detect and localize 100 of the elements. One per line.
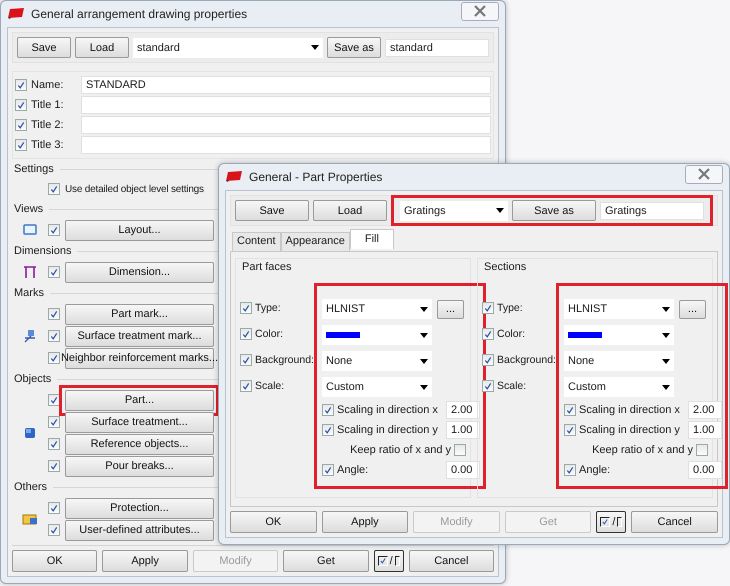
preset-dropdown[interactable]: standard	[133, 38, 323, 58]
text-field[interactable]: STANDARD	[81, 76, 491, 94]
number-field[interactable]: 1.00	[446, 421, 480, 439]
field-label: Background:	[497, 354, 556, 366]
checkbox[interactable]	[322, 424, 334, 436]
checkbox[interactable]	[564, 464, 576, 476]
number-field[interactable]: 0.00	[446, 461, 480, 479]
checkbox[interactable]	[564, 404, 576, 416]
dialog-button[interactable]: Get	[283, 550, 369, 572]
option-label: Use detailed object level settings	[65, 184, 204, 194]
checkbox[interactable]	[240, 302, 252, 314]
toggle-all-button[interactable]: /	[596, 511, 626, 533]
tab[interactable]: Appearance	[280, 232, 350, 251]
checkbox[interactable]	[482, 328, 494, 340]
dialog-button[interactable]: Cancel	[408, 550, 494, 572]
section-title: Dimensions	[14, 245, 72, 257]
number-field[interactable]: 2.00	[688, 401, 722, 419]
dialog-button[interactable]: Cancel	[631, 511, 718, 533]
checkbox[interactable]	[48, 330, 60, 342]
checkbox[interactable]	[48, 394, 60, 406]
app-icon	[225, 171, 243, 183]
dialog-button[interactable]: Apply	[102, 550, 188, 572]
browse-button[interactable]: ...	[437, 300, 464, 318]
properties-button[interactable]: Dimension...	[65, 262, 214, 282]
toggle-all-button[interactable]: /	[374, 550, 404, 572]
checkbox[interactable]	[48, 416, 60, 428]
properties-button[interactable]: User-defined attributes...	[65, 520, 214, 540]
field-label: Type:	[255, 302, 281, 314]
tab[interactable]: Fill	[350, 229, 394, 249]
dialog-button[interactable]: OK	[230, 511, 317, 533]
checkbox[interactable]	[454, 444, 466, 456]
checkbox[interactable]	[48, 352, 60, 364]
properties-button[interactable]: Protection...	[65, 498, 214, 518]
checkbox[interactable]	[48, 308, 60, 320]
group-title: Part faces	[241, 261, 293, 275]
number-field[interactable]: 1.00	[688, 421, 722, 439]
checkbox[interactable]	[240, 380, 252, 392]
save-as-button[interactable]: Save as	[327, 37, 381, 58]
properties-button[interactable]: Part mark...	[65, 304, 214, 324]
checkbox[interactable]	[240, 328, 252, 340]
field-label: Title 3:	[31, 139, 65, 151]
dimension-icon	[23, 265, 37, 279]
dialog-button[interactable]: Apply	[322, 511, 408, 533]
properties-button[interactable]: Surface treatment...	[65, 412, 214, 432]
dropdown[interactable]: None	[564, 351, 674, 371]
properties-button[interactable]: Pour breaks...	[65, 456, 214, 476]
checkbox[interactable]	[48, 183, 60, 195]
checkbox[interactable]	[15, 119, 27, 131]
checkbox[interactable]	[48, 502, 60, 514]
text-field[interactable]	[81, 96, 491, 114]
close-button[interactable]	[685, 164, 723, 184]
checkbox[interactable]	[322, 464, 334, 476]
checkbox[interactable]	[240, 354, 252, 366]
dropdown[interactable]: Custom	[322, 377, 432, 397]
checked-box-icon	[378, 556, 388, 566]
checkbox[interactable]	[15, 139, 27, 151]
checkbox[interactable]	[322, 404, 334, 416]
checkbox[interactable]	[48, 524, 60, 536]
load-button[interactable]: Load	[313, 200, 387, 221]
checkbox[interactable]	[564, 424, 576, 436]
preset-dropdown[interactable]: Gratings	[400, 200, 508, 220]
color-dropdown[interactable]	[564, 325, 674, 345]
dropdown-arrow-icon	[496, 208, 504, 213]
dropdown[interactable]: None	[322, 351, 432, 371]
dialog-button[interactable]: OK	[12, 550, 98, 572]
checkbox[interactable]	[48, 224, 60, 236]
field-label: Color:	[255, 328, 284, 340]
field-label: Background:	[255, 354, 314, 366]
checkbox[interactable]	[15, 79, 27, 91]
checkbox[interactable]	[15, 99, 27, 111]
field-label: Color:	[497, 328, 526, 340]
load-button[interactable]: Load	[75, 37, 129, 58]
checkbox[interactable]	[482, 302, 494, 314]
number-field[interactable]: 2.00	[446, 401, 480, 419]
color-dropdown[interactable]	[322, 325, 432, 345]
save-button[interactable]: Save	[235, 200, 309, 221]
dropdown[interactable]: HLNIST	[322, 299, 432, 319]
close-button[interactable]	[461, 2, 499, 20]
save-button[interactable]: Save	[17, 37, 71, 58]
number-field[interactable]: 0.00	[688, 461, 722, 479]
save-as-button[interactable]: Save as	[512, 200, 596, 221]
dropdown-arrow-icon	[662, 358, 670, 364]
preset-name-field[interactable]: standard	[385, 38, 489, 56]
properties-button[interactable]: Surface treatment mark...	[65, 326, 214, 346]
tab[interactable]: Content	[232, 232, 281, 251]
checkbox[interactable]	[48, 460, 60, 472]
checkbox[interactable]	[482, 354, 494, 366]
checkbox[interactable]	[48, 438, 60, 450]
properties-button[interactable]: Reference objects...	[65, 434, 214, 454]
browse-button[interactable]: ...	[679, 300, 706, 318]
properties-button[interactable]: Part...	[65, 390, 214, 410]
dropdown[interactable]: HLNIST	[564, 299, 674, 319]
preset-name-field[interactable]: Gratings	[600, 202, 704, 220]
checkbox[interactable]	[482, 380, 494, 392]
text-field[interactable]	[81, 136, 491, 154]
text-field[interactable]	[81, 116, 491, 134]
checkbox[interactable]	[48, 266, 60, 278]
properties-button[interactable]: Layout...	[65, 220, 214, 240]
checkbox[interactable]	[696, 444, 708, 456]
dropdown[interactable]: Custom	[564, 377, 674, 397]
